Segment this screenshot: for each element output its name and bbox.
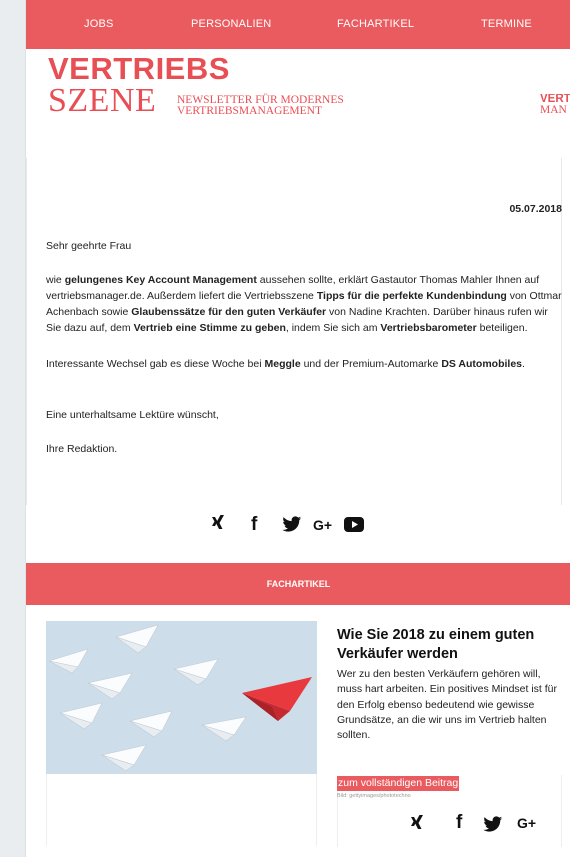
article-teaser: Wer zu den besten Verkäufern gehören wil… (337, 668, 558, 742)
article-image[interactable] (46, 621, 317, 774)
greeting: Sehr geehrte Frau (46, 240, 132, 252)
youtube-icon[interactable] (344, 517, 364, 537)
nav-item-jobs[interactable]: JOBS (84, 0, 114, 49)
facebook-icon[interactable]: f (251, 514, 257, 536)
article-title[interactable]: Wie Sie 2018 zu einem guten Verkäufer we… (337, 626, 567, 664)
twitter-icon[interactable] (483, 816, 503, 838)
nav-item-termine[interactable]: TERMINE (481, 0, 532, 49)
twitter-icon[interactable] (282, 516, 302, 538)
link-vertriebsbarometer[interactable]: Vertriebsbarometer (380, 322, 476, 334)
logo-szene[interactable]: SZENE (48, 84, 156, 118)
logo-tagline-line2: VERTRIEBSMANAGEMENT (177, 105, 322, 117)
logo-vertriebs[interactable]: VERTRIEBS (48, 52, 230, 86)
googleplus-icon[interactable]: G+ (517, 812, 536, 834)
issue-date: 05.07.2018 (509, 203, 562, 215)
facebook-icon[interactable]: f (456, 812, 462, 834)
divider (561, 775, 562, 847)
section-header-fachartikel: FACHARTIKEL (26, 563, 570, 605)
nav-item-fachartikel[interactable]: FACHARTIKEL (337, 0, 414, 49)
image-credit: Bild: gettyimages/phototechno (337, 793, 411, 799)
read-more-link[interactable]: zum vollständigen Beitrag (337, 776, 460, 791)
link-kundenbindung[interactable]: Tipps für die perfekte Kundenbindung (317, 290, 507, 302)
xing-icon[interactable] (410, 814, 424, 837)
link-meggle[interactable]: Meggle (265, 358, 301, 370)
googleplus-icon[interactable]: G+ (313, 514, 332, 536)
link-vertrieb-stimme[interactable]: Vertrieb eine Stimme zu geben (134, 322, 286, 334)
partner-logo-line2: MAN (540, 104, 567, 116)
link-ds-automobiles[interactable]: DS Automobiles (441, 358, 522, 370)
link-glaubenssaetze[interactable]: Glaubenssätze für den guten Verkäufer (131, 306, 326, 318)
nav-item-personalien[interactable]: PERSONALIEN (191, 0, 271, 49)
divider (26, 158, 27, 505)
link-key-account[interactable]: gelungenes Key Account Management (65, 274, 257, 286)
personnel-paragraph: Interessante Wechsel gab es diese Woche … (46, 358, 525, 370)
social-bar: f G+ (209, 514, 399, 536)
article-image-frame (46, 774, 317, 846)
intro-paragraph: wie gelungenes Key Account Management au… (46, 274, 562, 334)
newsletter-page: JOBS PERSONALIEN FACHARTIKEL TERMINE VER… (25, 0, 570, 857)
signature: Ihre Redaktion. (46, 443, 118, 455)
xing-icon[interactable] (211, 514, 225, 537)
top-navigation: JOBS PERSONALIEN FACHARTIKEL TERMINE (26, 0, 570, 49)
partner-logo[interactable]: VERT MAN (540, 94, 570, 116)
closing-line: Eine unterhaltsame Lektüre wünscht, (46, 409, 219, 421)
logo-tagline: NEWSLETTER FÜR MODERNES VERTRIEBSMANAGEM… (177, 94, 344, 117)
